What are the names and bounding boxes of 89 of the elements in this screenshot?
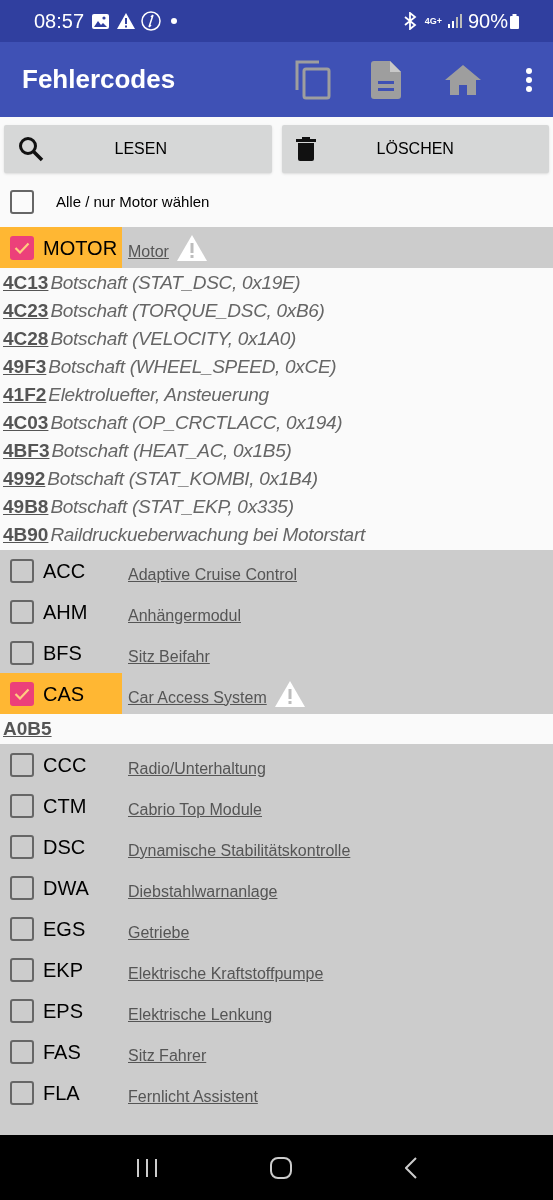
fault-code-link[interactable]: 4BF3 (3, 436, 50, 466)
checkbox[interactable] (10, 957, 34, 982)
check-icon (14, 241, 30, 254)
check-icon (14, 687, 30, 700)
home-icon[interactable] (445, 64, 481, 95)
module-name-link[interactable]: Sitz Fahrer (128, 1043, 207, 1068)
fault-description: Botschaft (STAT_DSC, 0x19E) (50, 270, 301, 295)
fault-code-link[interactable]: 4992 (3, 464, 46, 494)
more-icon[interactable] (525, 66, 533, 93)
module-name-link[interactable]: Dynamische Stabilitätskontrolle (128, 838, 351, 863)
dot-icon (171, 18, 178, 24)
module-code: CTM (43, 793, 87, 819)
checkbox[interactable] (10, 916, 34, 941)
fault-description: Botschaft (WHEEL_SPEED, 0xCE) (48, 354, 337, 379)
module-name-link[interactable]: Anhängermodul (128, 603, 241, 628)
module-code: DSC (43, 834, 86, 860)
module-name-link[interactable]: Sitz Beifahr (128, 644, 210, 669)
checkbox[interactable] (10, 599, 34, 624)
checkbox[interactable] (10, 681, 34, 706)
module-name-link[interactable]: Cabrio Top Module (128, 797, 262, 822)
sync-icon (141, 11, 162, 31)
module-code: CAS (43, 681, 85, 707)
fault-description: Botschaft (VELOCITY, 0x1A0) (50, 326, 297, 351)
delete-button[interactable]: LÖSCHEN (281, 125, 549, 173)
module-code: EPS (43, 998, 84, 1024)
module-code: EKP (43, 957, 84, 983)
checkbox[interactable] (10, 1080, 34, 1105)
module-name-link[interactable]: Motor (128, 239, 169, 264)
fault-code-link[interactable]: 4C13 (3, 268, 49, 298)
module-code: FAS (43, 1039, 81, 1065)
checkbox[interactable] (10, 235, 34, 260)
read-button[interactable]: LESEN (4, 125, 272, 173)
module-name-link[interactable]: Radio/Unterhaltung (128, 756, 266, 781)
fault-code-link[interactable]: 4C03 (3, 408, 49, 438)
checkbox[interactable] (10, 834, 34, 859)
checkbox[interactable] (10, 875, 34, 900)
checkbox[interactable] (10, 793, 34, 818)
module-name-link[interactable]: Fernlicht Assistent (128, 1084, 258, 1109)
battery-icon (510, 13, 519, 29)
fault-code-link[interactable]: 41F2 (3, 380, 47, 410)
checkbox[interactable] (10, 752, 34, 777)
module-code: FLA (43, 1080, 80, 1106)
fault-description: Botschaft (OP_CRCTLACC, 0x194) (50, 410, 343, 435)
module-code: BFS (43, 640, 82, 666)
checkbox[interactable] (10, 558, 34, 583)
fault-description: Botschaft (STAT_EKP, 0x335) (50, 494, 294, 519)
app-title: Fehlercodes (22, 63, 176, 96)
fault-description: Botschaft (STAT_KOMBI, 0x1B4) (47, 466, 318, 491)
module-name-link[interactable]: Elektrische Kraftstoffpumpe (128, 961, 324, 986)
fault-code-link[interactable]: A0B5 (3, 714, 52, 744)
module-code: CCC (43, 752, 87, 778)
fault-code-link[interactable]: 4C28 (3, 324, 49, 354)
fault-code-link[interactable]: 4C23 (3, 296, 49, 326)
checkbox[interactable] (10, 998, 34, 1023)
document-icon[interactable] (371, 60, 401, 99)
checkbox-label: Alle / nur Motor wählen (56, 191, 210, 212)
fault-code-link[interactable]: 49F3 (3, 352, 47, 382)
status-time: 08:57 (34, 9, 85, 34)
fault-description: Raildruckueberwachung bei Motorstart (50, 522, 365, 547)
image-icon (92, 13, 110, 29)
module-code: ACC (43, 558, 86, 584)
module-name-link[interactable]: Getriebe (128, 920, 190, 945)
module-name-link[interactable]: Adaptive Cruise Control (128, 562, 297, 587)
checkbox[interactable] (10, 190, 34, 214)
module-code: MOTOR (43, 235, 118, 261)
module-name-link[interactable]: Elektrische Lenkung (128, 1002, 273, 1027)
fault-description: Botschaft (HEAT_AC, 0x1B5) (51, 438, 292, 463)
battery-level: 90% (467, 9, 508, 34)
fault-description: Botschaft (TORQUE_DSC, 0xB6) (50, 298, 325, 323)
fault-code-link[interactable]: 49B8 (3, 492, 49, 522)
module-name-link[interactable]: Car Access System (128, 685, 267, 710)
signal-icon (447, 14, 462, 28)
search-icon (18, 136, 44, 162)
trash-icon (295, 137, 316, 161)
warning-icon (117, 13, 136, 29)
bluetooth-icon (402, 12, 417, 30)
checkbox[interactable] (10, 1039, 34, 1064)
checkbox[interactable] (10, 640, 34, 665)
fault-code-link[interactable]: 4B90 (3, 520, 49, 550)
module-code: DWA (43, 875, 89, 901)
module-code: AHM (43, 599, 88, 625)
fault-description: Elektroluefter, Ansteuerung (48, 382, 269, 407)
recent-apps-icon[interactable] (136, 1158, 159, 1177)
back-icon[interactable] (404, 1156, 417, 1179)
module-name-link[interactable]: Diebstahlwarnanlage (128, 879, 278, 904)
network-type: 4G+ (424, 16, 442, 26)
module-code: EGS (43, 916, 86, 942)
copy-icon[interactable] (295, 59, 331, 100)
home-button-icon[interactable] (270, 1156, 293, 1179)
